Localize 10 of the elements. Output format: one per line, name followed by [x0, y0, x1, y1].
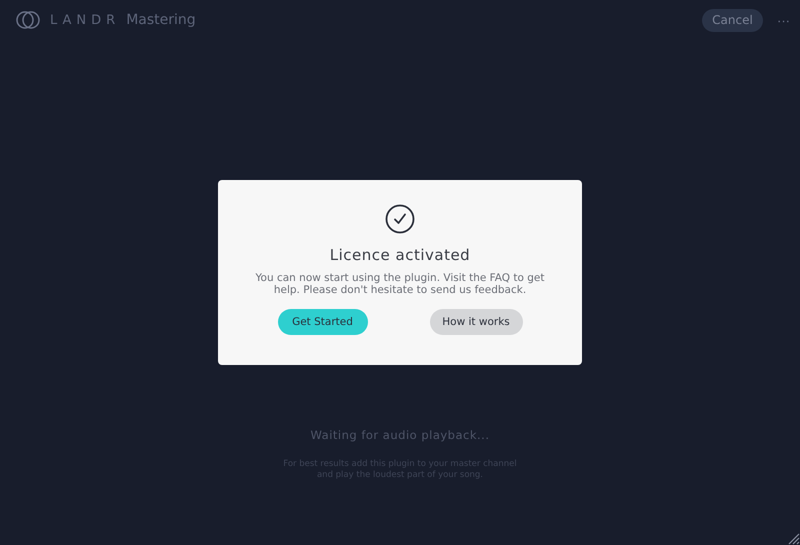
dialog-title: Licence activated	[330, 246, 470, 264]
logo-icon	[16, 10, 40, 30]
checkmark-icon	[385, 204, 415, 234]
resize-grip-icon[interactable]	[786, 531, 800, 545]
how-it-works-button[interactable]: How it works	[430, 309, 522, 335]
product-name: Mastering	[126, 12, 196, 28]
dialog-message: You can now start using the plugin. Visit the FAQ to get help. Please don't hesitate to send us feedback.	[254, 272, 546, 296]
get-started-button[interactable]: Get Started	[278, 309, 368, 335]
waiting-status: Waiting for audio playback...	[310, 428, 490, 442]
logo-text: LANDR	[50, 12, 120, 28]
